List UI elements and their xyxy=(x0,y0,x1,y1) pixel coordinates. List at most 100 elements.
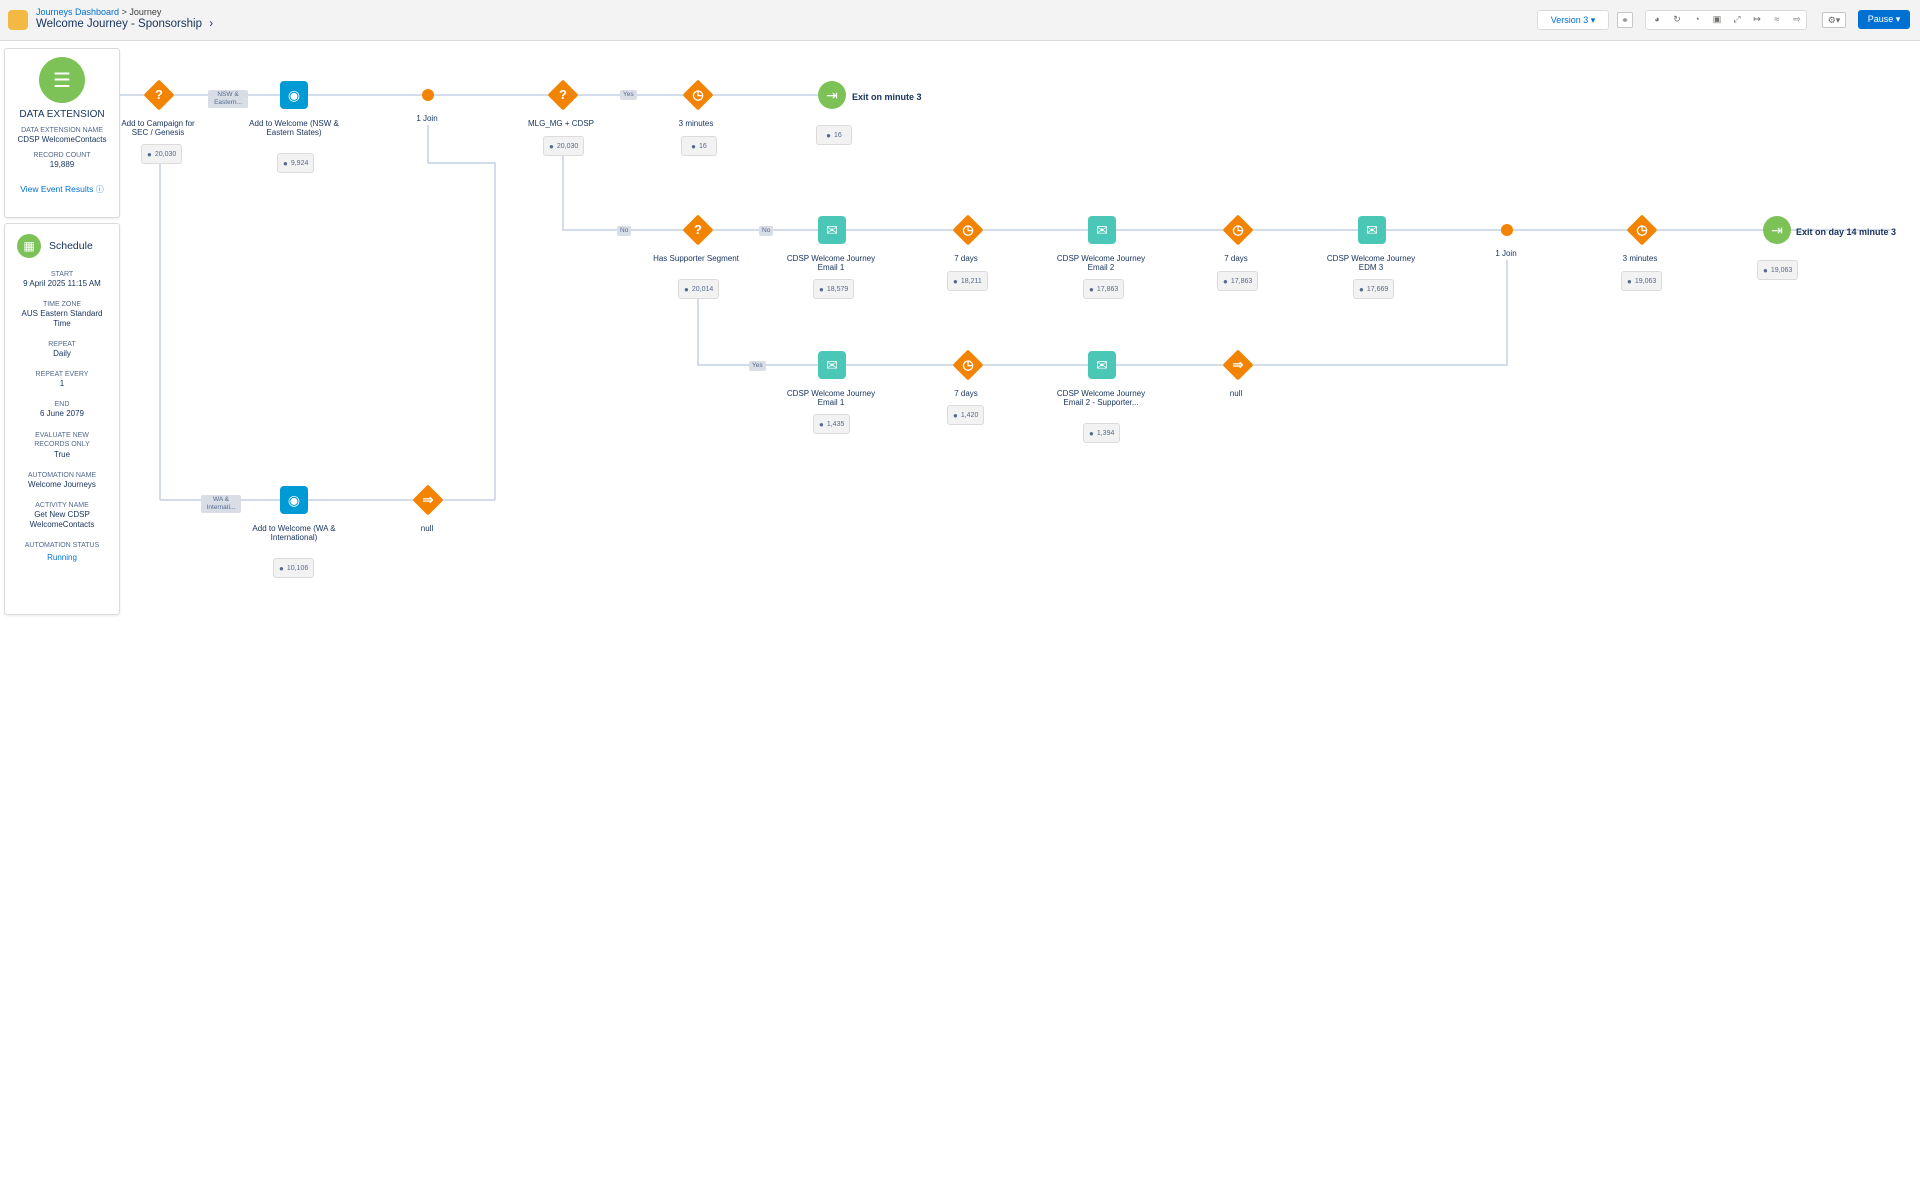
wait-node[interactable]: ◷ xyxy=(1626,214,1658,246)
count-value: 18,211 xyxy=(960,277,982,285)
update-contact-icon: ◉ xyxy=(287,86,301,103)
node-count[interactable]: ● 16 xyxy=(681,136,717,156)
count-value: 1,435 xyxy=(826,420,845,428)
wait-node[interactable]: ◷ xyxy=(1222,214,1254,246)
node-label: CDSP Welcome Journey Email 2 xyxy=(1056,254,1146,272)
jump-icon: ⇒ xyxy=(1232,357,1244,372)
exit-node[interactable]: ⇥ xyxy=(1763,216,1791,244)
decision-split-node[interactable]: ? xyxy=(143,79,175,111)
count-value: 16 xyxy=(834,131,842,139)
exit-icon: ⇥ xyxy=(1771,221,1783,238)
clock-icon: ◷ xyxy=(1636,222,1648,237)
node-label: 1 Join xyxy=(416,114,438,123)
join-node[interactable] xyxy=(1501,224,1513,236)
people-icon: ● xyxy=(953,276,958,286)
node-label: CDSP Welcome Journey Email 2 - Supporter… xyxy=(1056,389,1146,407)
node-label: null xyxy=(420,524,434,533)
email-node[interactable]: ✉ xyxy=(1088,351,1116,379)
node-count[interactable]: ● 10,106 xyxy=(273,558,315,578)
people-icon: ● xyxy=(684,284,689,294)
jump-icon: ⇒ xyxy=(422,492,434,507)
count-value: 17,669 xyxy=(1366,285,1389,293)
decision-split-node[interactable]: ? xyxy=(547,79,579,111)
node-count[interactable]: ● 9,924 xyxy=(277,153,315,173)
people-icon: ● xyxy=(819,419,824,429)
question-icon: ? xyxy=(155,87,163,102)
path-label-yes[interactable]: Yes xyxy=(620,90,637,100)
question-icon: ? xyxy=(694,222,702,237)
count-value: 18,579 xyxy=(826,285,849,293)
node-count[interactable]: ● 17,669 xyxy=(1353,279,1395,299)
count-value: 19,063 xyxy=(1634,277,1657,285)
count-value: 10,106 xyxy=(286,564,309,572)
node-label: CDSP Welcome Journey Email 1 xyxy=(786,389,876,407)
path-jump-node[interactable]: ⇒ xyxy=(412,484,444,516)
people-icon: ● xyxy=(691,141,697,151)
people-icon: ● xyxy=(826,130,832,140)
contact-activity-node[interactable]: ◉ xyxy=(280,81,308,109)
update-contact-icon: ◉ xyxy=(287,491,301,508)
decision-split-node[interactable]: ? xyxy=(682,214,714,246)
email-node[interactable]: ✉ xyxy=(818,216,846,244)
node-count[interactable]: ● 18,579 xyxy=(813,279,855,299)
wait-node[interactable]: ◷ xyxy=(682,79,714,111)
path-label-nsw[interactable]: NSW & Eastern... xyxy=(208,90,248,108)
count-value: 20,030 xyxy=(556,142,579,150)
node-count[interactable]: ● 18,211 xyxy=(947,271,988,291)
count-value: 20,014 xyxy=(691,285,714,293)
node-count[interactable]: ● 19,063 xyxy=(1757,260,1799,280)
exit-node[interactable]: ⇥ xyxy=(818,81,846,109)
contact-activity-node[interactable]: ◉ xyxy=(280,486,308,514)
question-icon: ? xyxy=(559,87,567,102)
count-value: 16 xyxy=(699,142,707,150)
path-label-no[interactable]: No xyxy=(759,226,774,236)
wait-node[interactable]: ◷ xyxy=(952,349,984,381)
path-jump-node[interactable]: ⇒ xyxy=(1222,349,1254,381)
node-label: Has Supporter Segment xyxy=(653,254,739,263)
email-node[interactable]: ✉ xyxy=(1088,216,1116,244)
count-value: 19,063 xyxy=(1770,266,1793,274)
node-label: CDSP Welcome Journey EDM 3 xyxy=(1326,254,1416,272)
node-count[interactable]: ● 20,030 xyxy=(141,144,183,164)
node-label: 1 Join xyxy=(1495,249,1517,258)
envelope-icon: ✉ xyxy=(1366,221,1378,238)
node-label: 7 days xyxy=(954,389,978,398)
people-icon: ● xyxy=(549,141,554,151)
people-icon: ● xyxy=(1763,265,1768,275)
node-count[interactable]: ● 20,030 xyxy=(543,136,585,156)
node-count[interactable]: ● 17,863 xyxy=(1083,279,1125,299)
count-value: 20,030 xyxy=(154,150,177,158)
path-label-wa[interactable]: WA & Internati... xyxy=(201,495,241,513)
node-count[interactable]: ● 19,063 xyxy=(1621,271,1663,291)
email-node[interactable]: ✉ xyxy=(818,351,846,379)
exit-label: Exit on minute 3 xyxy=(852,92,922,102)
envelope-icon: ✉ xyxy=(826,221,838,238)
node-label: MLG_MG + CDSP xyxy=(527,119,594,128)
envelope-icon: ✉ xyxy=(1096,356,1108,373)
node-count[interactable]: ● 17,863 xyxy=(1217,271,1259,291)
join-node[interactable] xyxy=(422,89,434,101)
people-icon: ● xyxy=(147,149,152,159)
wait-node[interactable]: ◷ xyxy=(952,214,984,246)
people-icon: ● xyxy=(279,563,284,573)
count-value: 17,863 xyxy=(1096,285,1119,293)
people-icon: ● xyxy=(1089,428,1094,438)
count-value: 1,394 xyxy=(1096,429,1115,437)
people-icon: ● xyxy=(283,158,288,168)
envelope-icon: ✉ xyxy=(826,356,838,373)
node-count[interactable]: ● 1,394 xyxy=(1083,423,1121,443)
journey-connectors xyxy=(120,94,1890,501)
node-label: Add to Welcome (NSW & Eastern States) xyxy=(249,119,339,137)
path-label-yes[interactable]: Yes xyxy=(749,361,766,371)
node-label: CDSP Welcome Journey Email 1 xyxy=(786,254,876,272)
path-label-no[interactable]: No xyxy=(617,226,632,236)
node-label: 3 minutes xyxy=(1622,254,1658,263)
count-value: 1,420 xyxy=(960,411,979,419)
people-icon: ● xyxy=(953,410,958,420)
node-count[interactable]: ● 1,435 xyxy=(813,414,851,434)
clock-icon: ◷ xyxy=(1232,222,1244,237)
node-count[interactable]: ● 16 xyxy=(816,125,852,145)
node-count[interactable]: ● 20,014 xyxy=(678,279,720,299)
email-node[interactable]: ✉ xyxy=(1358,216,1386,244)
node-count[interactable]: ● 1,420 xyxy=(947,405,985,425)
